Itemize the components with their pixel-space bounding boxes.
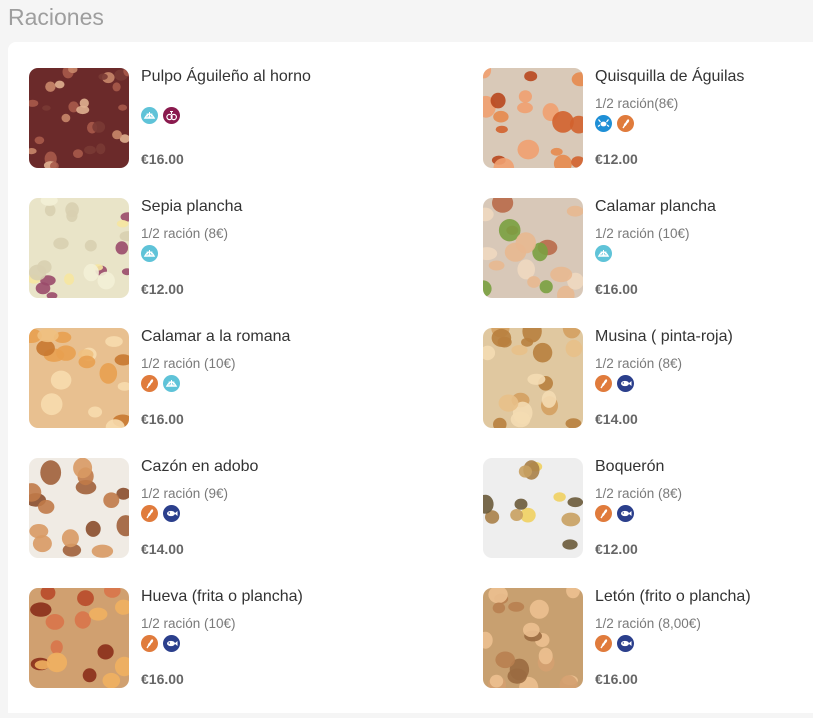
dish-name: Hueva (frita o plancha) bbox=[141, 588, 303, 605]
dish-photo[interactable] bbox=[29, 328, 129, 428]
dish-photo[interactable] bbox=[483, 328, 583, 428]
gluten-icon bbox=[141, 635, 158, 652]
gluten-icon bbox=[141, 505, 158, 522]
dish-card[interactable]: Letón (frito o plancha) 1/2 ración (8,00€… bbox=[483, 588, 783, 688]
dish-photo[interactable] bbox=[29, 458, 129, 558]
gluten-icon bbox=[595, 375, 612, 392]
dish-card[interactable]: Hueva (frita o plancha) 1/2 ración (10€) €… bbox=[29, 588, 483, 688]
fish-icon bbox=[617, 375, 634, 392]
half-portion-price: 1/2 ración (8€) bbox=[141, 226, 229, 241]
gluten-icon bbox=[595, 505, 612, 522]
dish-price: €16.00 bbox=[595, 281, 638, 297]
dish-photo[interactable] bbox=[483, 588, 583, 688]
dish-photo[interactable] bbox=[483, 68, 583, 168]
allergen-icons bbox=[141, 505, 180, 522]
dish-card[interactable]: Musina ( pinta-roja) 1/2 ración (8€) €14.0… bbox=[483, 328, 783, 428]
dish-name: Quisquilla de Águilas bbox=[595, 68, 745, 85]
menu-panel: Pulpo Águileño al horno €16.00 Quisquilla … bbox=[8, 42, 813, 713]
mollusc-icon bbox=[141, 245, 158, 262]
dish-name: Sepia plancha bbox=[141, 198, 243, 215]
allergen-icons bbox=[141, 375, 180, 392]
dish-grid: Pulpo Águileño al horno €16.00 Quisquilla … bbox=[29, 68, 783, 718]
fish-icon bbox=[617, 635, 634, 652]
mollusc-icon bbox=[163, 375, 180, 392]
mollusc-icon bbox=[595, 245, 612, 262]
allergen-icons bbox=[595, 375, 634, 392]
dish-photo[interactable] bbox=[29, 588, 129, 688]
dish-card[interactable]: Boquerón 1/2 ración (8€) €12.00 bbox=[483, 458, 783, 558]
half-portion-price: 1/2 ración (10€) bbox=[141, 616, 236, 631]
fish-icon bbox=[163, 505, 180, 522]
fish-icon bbox=[163, 635, 180, 652]
crustacean-icon bbox=[595, 115, 612, 132]
dish-photo[interactable] bbox=[483, 458, 583, 558]
dish-photo[interactable] bbox=[29, 68, 129, 168]
dish-photo[interactable] bbox=[29, 198, 129, 298]
dish-price: €12.00 bbox=[141, 281, 184, 297]
allergen-icons bbox=[595, 245, 612, 262]
dish-price: €12.00 bbox=[595, 541, 638, 557]
half-portion-price: 1/2 ración (9€) bbox=[141, 486, 229, 501]
dish-photo[interactable] bbox=[483, 198, 583, 298]
gluten-icon bbox=[141, 375, 158, 392]
sulphites-icon bbox=[163, 107, 180, 124]
fish-icon bbox=[617, 505, 634, 522]
dish-name: Musina ( pinta-roja) bbox=[595, 328, 733, 345]
dish-card[interactable]: Calamar a la romana 1/2 ración (10€) €16.0… bbox=[29, 328, 483, 428]
allergen-icons bbox=[595, 635, 634, 652]
half-portion-price: 1/2 ración(8€) bbox=[595, 96, 679, 111]
dish-card[interactable]: Cazón en adobo 1/2 ración (9€) €14.00 bbox=[29, 458, 483, 558]
section-title: Raciones bbox=[8, 4, 104, 30]
gluten-icon bbox=[595, 635, 612, 652]
dish-card[interactable]: Quisquilla de Águilas 1/2 ración(8€) €12.0… bbox=[483, 68, 783, 168]
dish-card[interactable]: Sepia plancha 1/2 ración (8€) €12.00 bbox=[29, 198, 483, 298]
dish-name: Pulpo Águileño al horno bbox=[141, 68, 311, 85]
dish-price: €16.00 bbox=[141, 411, 184, 427]
dish-price: €14.00 bbox=[595, 411, 638, 427]
allergen-icons bbox=[595, 115, 634, 132]
dish-price: €16.00 bbox=[141, 151, 184, 167]
dish-name: Boquerón bbox=[595, 458, 665, 475]
half-portion-price: 1/2 ración (8,00€) bbox=[595, 616, 701, 631]
allergen-icons bbox=[141, 107, 180, 124]
dish-price: €14.00 bbox=[141, 541, 184, 557]
half-portion-price: 1/2 ración (10€) bbox=[595, 226, 690, 241]
allergen-icons bbox=[595, 505, 634, 522]
dish-price: €16.00 bbox=[595, 671, 638, 687]
allergen-icons bbox=[141, 245, 158, 262]
half-portion-price: 1/2 ración (8€) bbox=[595, 486, 683, 501]
half-portion-price: 1/2 ración (8€) bbox=[595, 356, 683, 371]
allergen-icons bbox=[141, 635, 180, 652]
dish-name: Calamar a la romana bbox=[141, 328, 291, 345]
gluten-icon bbox=[617, 115, 634, 132]
dish-name: Cazón en adobo bbox=[141, 458, 259, 475]
half-portion-price: 1/2 ración (10€) bbox=[141, 356, 236, 371]
dish-name: Calamar plancha bbox=[595, 198, 716, 215]
dish-price: €16.00 bbox=[141, 671, 184, 687]
dish-price: €12.00 bbox=[595, 151, 638, 167]
dish-card[interactable]: Calamar plancha 1/2 ración (10€) €16.00 bbox=[483, 198, 783, 298]
dish-name: Letón (frito o plancha) bbox=[595, 588, 751, 605]
mollusc-icon bbox=[141, 107, 158, 124]
dish-card[interactable]: Pulpo Águileño al horno €16.00 bbox=[29, 68, 483, 168]
